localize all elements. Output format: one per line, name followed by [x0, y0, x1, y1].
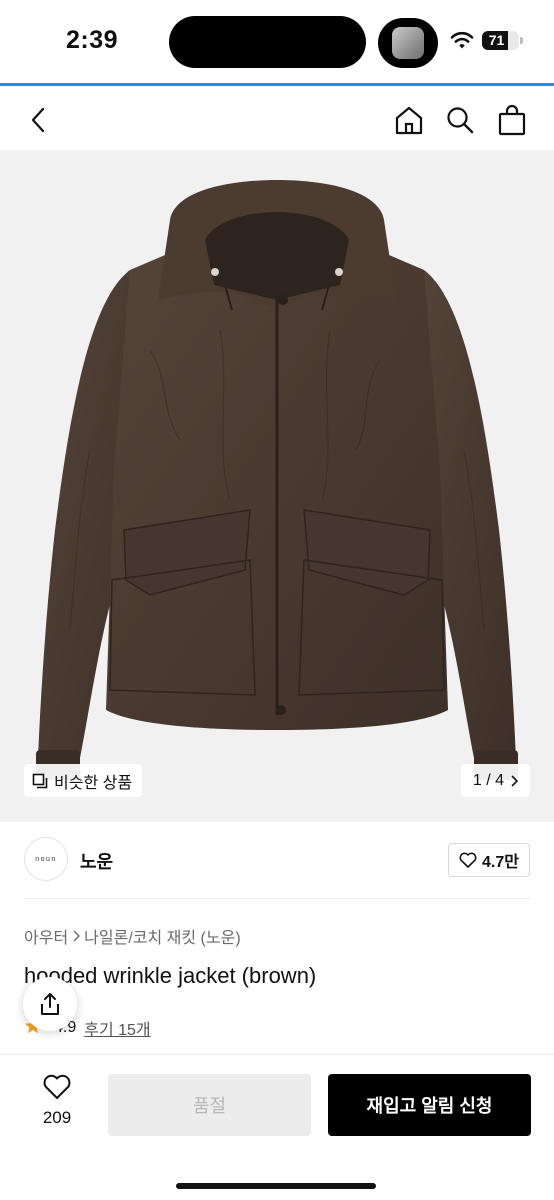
- brand-logo-text: noun: [35, 855, 57, 863]
- brand-row: noun 노운 4.7만: [0, 822, 554, 900]
- share-icon: [41, 993, 59, 1015]
- battery-level: 71: [488, 32, 505, 48]
- wishlist-button[interactable]: 209: [24, 1073, 90, 1128]
- back-button[interactable]: [22, 103, 56, 137]
- wifi-icon: [450, 31, 474, 49]
- search-button[interactable]: [443, 103, 477, 137]
- heart-icon: [43, 1074, 71, 1099]
- restock-alert-button[interactable]: 재입고 알림 신청: [328, 1074, 531, 1136]
- heart-icon: [459, 852, 477, 868]
- copy-icon: [32, 773, 48, 788]
- status-bar: 2:39 71: [0, 0, 554, 84]
- battery-indicator: 71: [482, 31, 519, 50]
- wishlist-count: 209: [42, 1108, 72, 1127]
- breadcrumb-item[interactable]: 나일론/코치 재킷 (노운): [84, 924, 240, 948]
- dynamic-island: [169, 16, 366, 68]
- top-navigation: [0, 86, 554, 156]
- divider: [24, 898, 530, 899]
- bottom-action-bar: 209 품절 재입고 알림 신청: [0, 1054, 554, 1200]
- product-image: [36, 180, 518, 780]
- home-indicator: [176, 1183, 376, 1189]
- status-time: 2:39: [66, 26, 119, 54]
- breadcrumb: 아우터 나일론/코치 재킷 (노운): [24, 924, 241, 948]
- brand-like-count: 4.7만: [482, 854, 519, 871]
- image-pager-count: 1 / 4: [472, 771, 504, 789]
- cart-button[interactable]: [495, 103, 529, 137]
- breadcrumb-item[interactable]: 아우터: [24, 924, 68, 948]
- battery-cap: [520, 37, 523, 44]
- chevron-right-icon: [73, 930, 81, 942]
- shopping-bag-icon: [498, 104, 526, 136]
- chevron-left-icon: [31, 107, 45, 133]
- similar-products-button[interactable]: 비슷한 상품: [24, 764, 143, 797]
- chevron-right-icon: [511, 774, 518, 787]
- home-icon: [395, 106, 423, 135]
- brand-logo[interactable]: noun: [24, 837, 68, 881]
- image-pager[interactable]: 1 / 4: [460, 764, 530, 797]
- live-activity-thumbnail: [392, 27, 424, 59]
- share-button[interactable]: [23, 977, 77, 1031]
- brand-like-button[interactable]: 4.7만: [448, 843, 530, 877]
- home-button[interactable]: [392, 103, 426, 137]
- reviews-link[interactable]: 후기 15개: [84, 1016, 150, 1040]
- soldout-button: 품절: [108, 1074, 311, 1136]
- search-icon: [447, 107, 474, 134]
- brand-name[interactable]: 노운: [80, 848, 113, 874]
- product-image-carousel[interactable]: 비슷한 상품 1 / 4: [0, 150, 554, 822]
- similar-products-label: 비슷한 상품: [54, 774, 133, 792]
